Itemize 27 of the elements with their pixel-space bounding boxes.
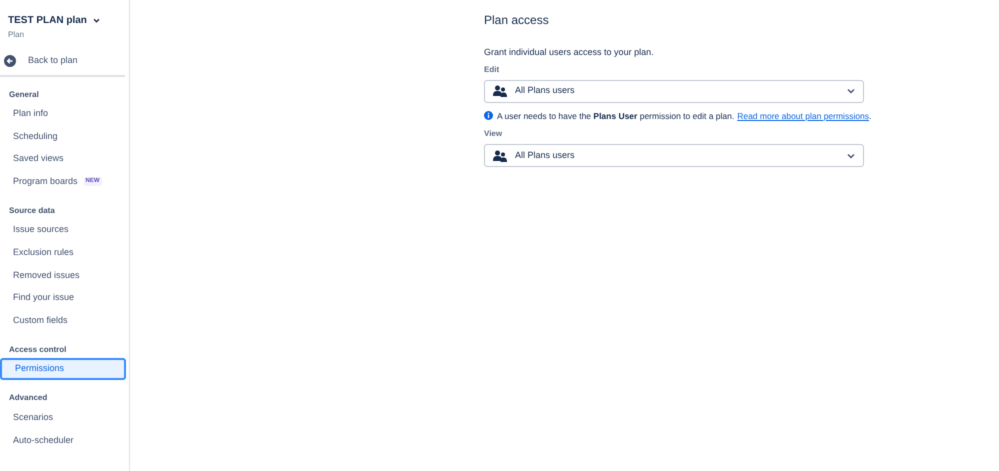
back-link[interactable]: Back to plan (28, 54, 78, 68)
edit-select[interactable]: All Plans users (484, 80, 864, 102)
nav-item[interactable]: Removed issues (0, 264, 126, 287)
section-heading: Access control (8, 344, 68, 356)
nav-item[interactable]: Auto-scheduler (0, 429, 126, 452)
nav-item[interactable]: Custom fields (0, 309, 126, 332)
permissions-link[interactable]: Read more about plan permissions (737, 110, 870, 122)
nav-item[interactable]: Scenarios (0, 406, 126, 430)
view-select[interactable]: All Plans users (484, 144, 864, 168)
nav-item[interactable]: Issue sources (0, 218, 126, 242)
nav-item[interactable]: Saved views (0, 148, 126, 170)
description: Grant individual users access to your plan. (484, 46, 655, 59)
nav-item[interactable]: Permissions (0, 358, 126, 380)
plan-subtitle: Plan (8, 29, 26, 41)
section-heading: Advanced (8, 392, 48, 404)
field-label: Edit (484, 64, 500, 76)
nav-item[interactable]: Find your issue (0, 286, 126, 310)
page-title: Plan access (484, 12, 550, 29)
section-heading: General (8, 88, 40, 100)
period-text: . (869, 110, 872, 122)
info-message: A user needs to have the Plans User permission to edit a plan. (497, 110, 734, 122)
nav-item[interactable]: Scheduling (0, 125, 126, 148)
nav-item[interactable]: Plan info (0, 102, 126, 126)
field-label: View (484, 128, 504, 140)
section-heading: Source data (8, 204, 56, 217)
plan-name[interactable]: TEST PLAN plan (8, 13, 87, 28)
nav-item[interactable]: Exclusion rules (0, 241, 126, 264)
